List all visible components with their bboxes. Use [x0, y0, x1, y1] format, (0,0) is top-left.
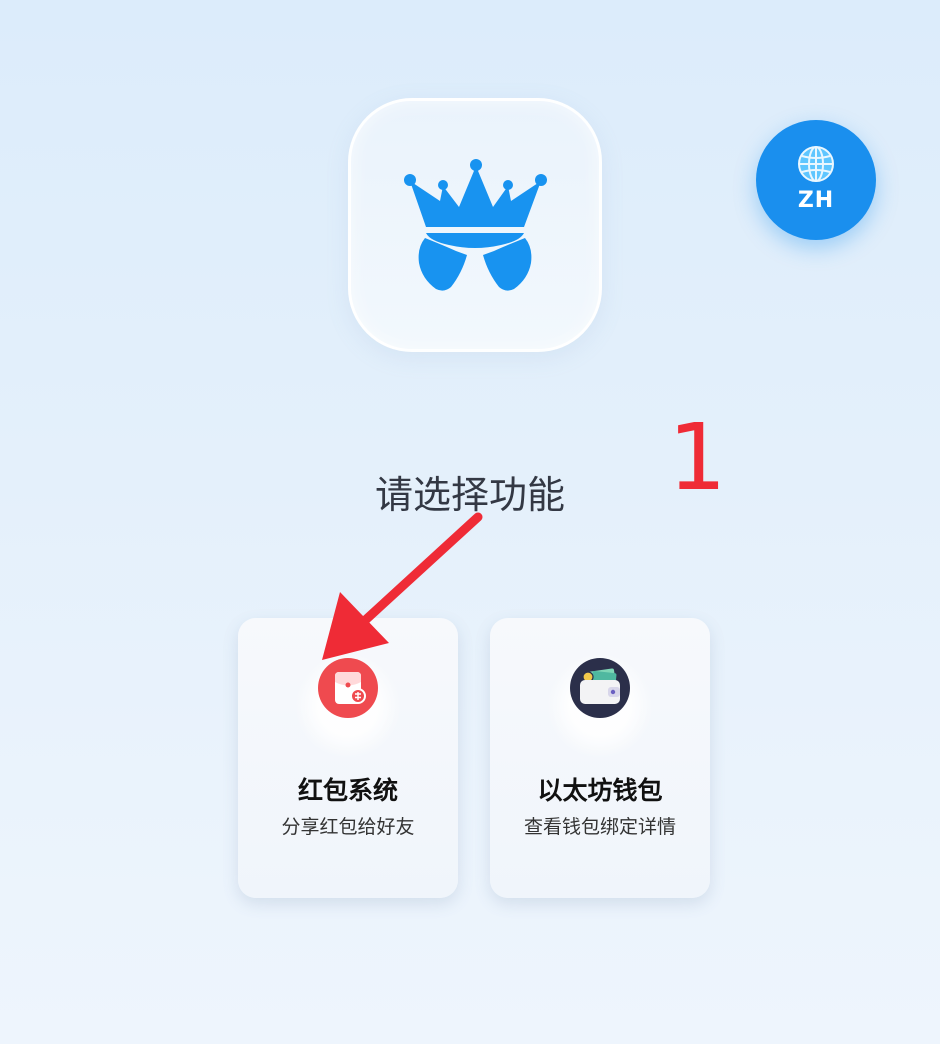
globe-icon: [798, 145, 834, 182]
wallet-icon: [570, 658, 630, 718]
red-envelope-card[interactable]: 红包系统 分享红包给好友: [238, 618, 458, 898]
language-label: ZH: [797, 187, 835, 213]
crown-logo-icon: [404, 159, 547, 291]
card-title: 以太坊钱包: [537, 776, 663, 805]
ethereum-wallet-card[interactable]: 以太坊钱包 查看钱包绑定详情: [490, 618, 710, 898]
card-title: 红包系统: [297, 776, 398, 805]
card-subtitle: 查看钱包绑定详情: [523, 816, 676, 838]
red-envelope-icon: [318, 658, 378, 718]
page-title: 请选择功能: [374, 473, 565, 517]
language-toggle-button[interactable]: ZH: [756, 120, 876, 240]
app-logo-tile: [348, 98, 602, 352]
card-subtitle: 分享红包给好友: [281, 816, 415, 838]
